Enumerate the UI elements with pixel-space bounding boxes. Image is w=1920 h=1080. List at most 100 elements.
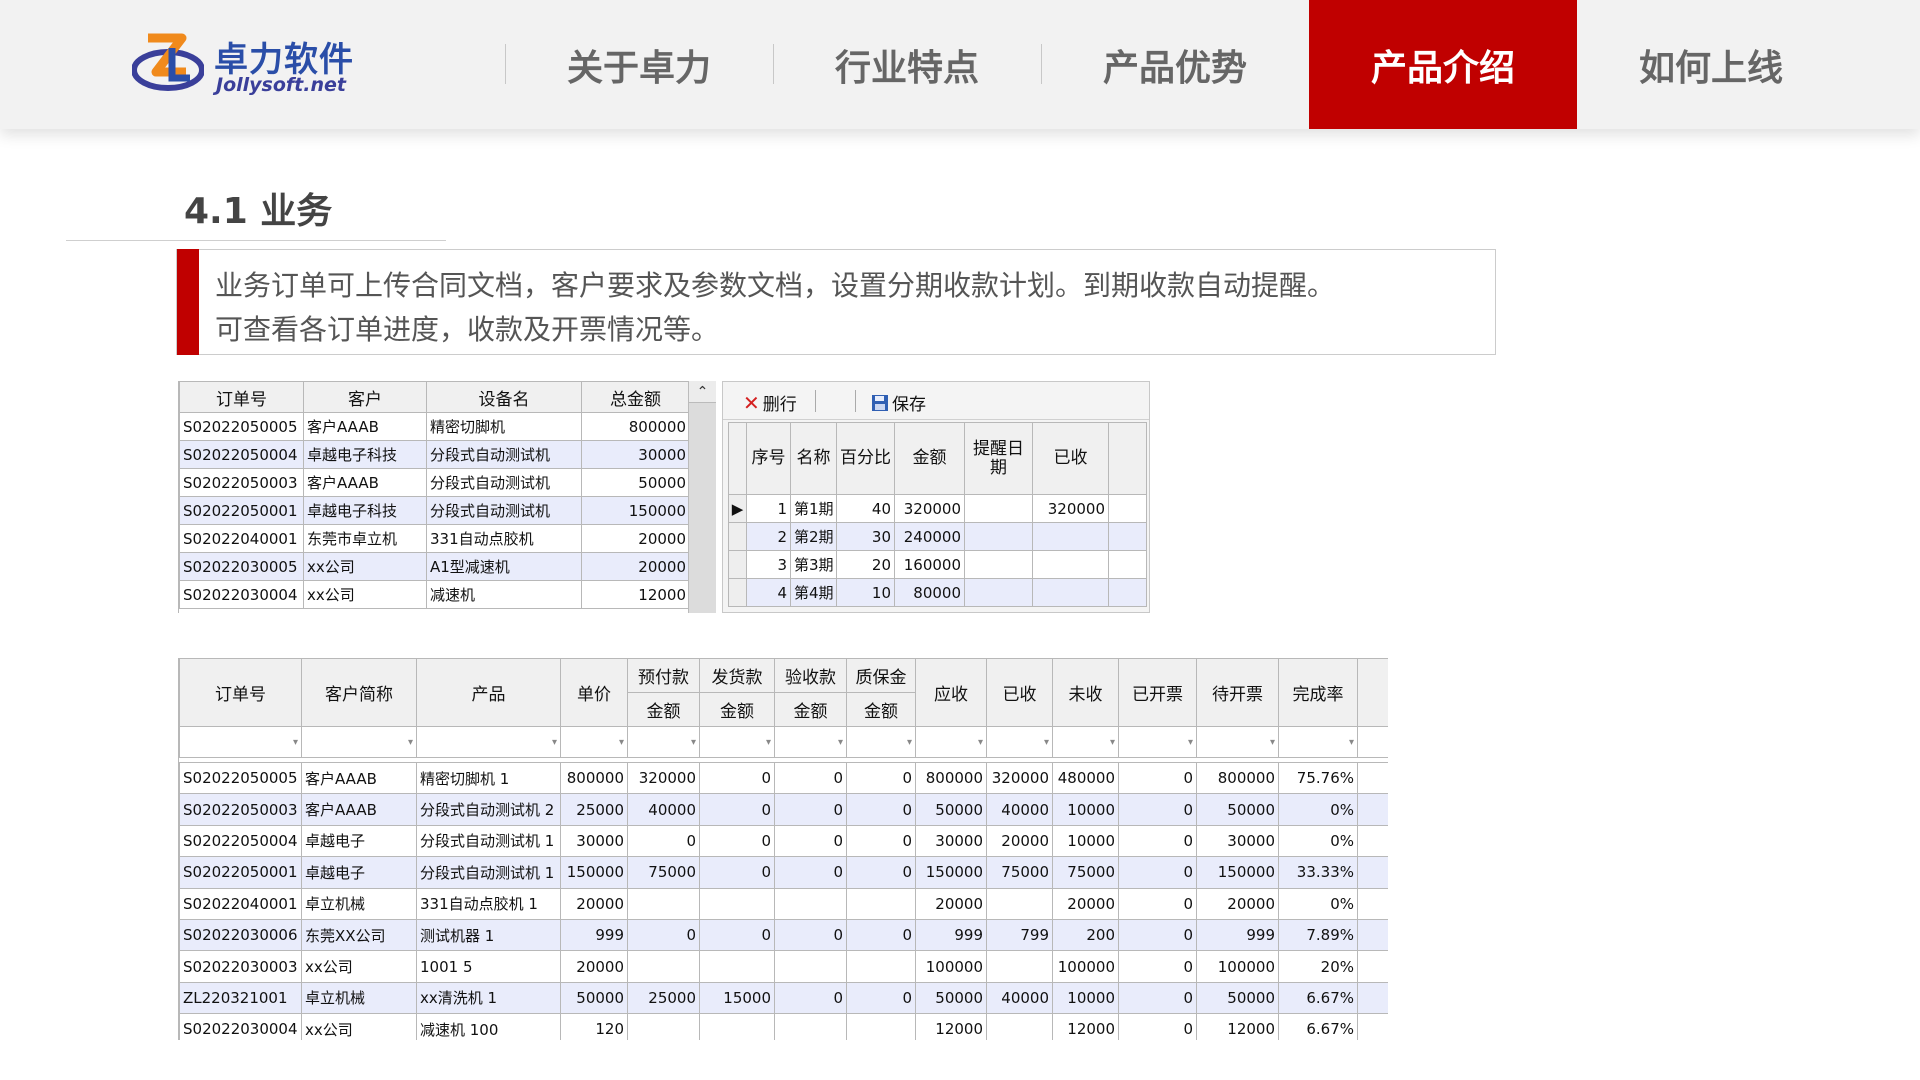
col-header-to-invoice[interactable]: 待开票: [1196, 658, 1279, 727]
filter-cell[interactable]: ▾: [1196, 726, 1279, 758]
cell-blank: [1357, 887, 1388, 920]
col-header-customer[interactable]: 客户简称: [301, 658, 417, 727]
col-header-acceptance[interactable]: 验收款: [774, 658, 847, 693]
col-header-percent[interactable]: 百分比: [836, 422, 895, 495]
col-header-received[interactable]: 已收: [1032, 422, 1109, 495]
col-header-customer[interactable]: 客户: [303, 381, 427, 413]
delete-row-button[interactable]: ✕ 删行: [743, 390, 797, 416]
table-row[interactable]: S02022030004 xx公司 减速机 100 120 12000 12000 0 120…: [179, 1013, 1388, 1040]
table-row[interactable]: S02022040001 卓立机械 331自动点胶机 1 20000 20000 2000…: [179, 887, 1388, 920]
scroll-up-arrow-icon[interactable]: ⌃: [689, 381, 716, 403]
col-header-order-no[interactable]: 订单号: [179, 381, 304, 413]
table-row[interactable]: S02022050003 客户AAAB 分段式自动测试机 50000: [179, 468, 690, 497]
col-subheader-amount[interactable]: 金额: [699, 692, 775, 727]
col-header-name[interactable]: 名称: [790, 422, 837, 495]
col-header-amount[interactable]: 金额: [894, 422, 965, 495]
table-row[interactable]: S02022030003 xx公司 1001 5 20000 100000 100000 0…: [179, 950, 1388, 983]
save-button[interactable]: 保存: [871, 390, 926, 415]
cell-blank: [1357, 950, 1388, 983]
filter-cell[interactable]: ▾: [699, 726, 775, 758]
table-row[interactable]: ▶ 1 第1期 40 320000 320000: [728, 494, 1147, 523]
cell-receivable: 100000: [915, 950, 987, 983]
col-header-product[interactable]: 产品: [416, 658, 561, 727]
col-header-receivable[interactable]: 应收: [915, 658, 987, 727]
cell-delivery: 0: [699, 793, 775, 826]
nav-item-products[interactable]: 产品介绍: [1309, 0, 1577, 129]
table-row[interactable]: S02022050004 卓越电子科技 分段式自动测试机 30000: [179, 440, 690, 469]
filter-cell[interactable]: ▾: [179, 726, 302, 758]
col-subheader-amount[interactable]: 金额: [846, 692, 916, 727]
nav-item-go-live[interactable]: 如何上线: [1577, 0, 1845, 129]
cell-blank: [1357, 981, 1388, 1015]
cell-warranty: 0: [846, 856, 916, 889]
cell-warranty: [846, 1013, 916, 1040]
filter-cell[interactable]: ▾: [627, 726, 700, 758]
jollysoft-logo-icon: [132, 33, 204, 91]
filter-cell[interactable]: ▾: [301, 726, 417, 758]
filter-cell[interactable]: ▾: [915, 726, 987, 758]
delete-x-icon: ✕: [743, 390, 760, 415]
table-row[interactable]: S02022050003 客户AAAB 分段式自动测试机 2 25000 40000 0 0…: [179, 793, 1388, 826]
nav-item-industry[interactable]: 行业特点: [773, 0, 1041, 129]
col-subheader-amount[interactable]: 金额: [774, 692, 847, 727]
col-header-total[interactable]: 总金额: [581, 381, 690, 413]
col-header-prepay[interactable]: 预付款: [627, 658, 700, 693]
cell-received: [986, 1013, 1053, 1040]
table-row[interactable]: S02022050001 卓越电子 分段式自动测试机 1 150000 75000 0 0 0…: [179, 856, 1388, 889]
col-header-remind-date[interactable]: 提醒日期: [964, 422, 1033, 495]
cell-customer: 卓立机械: [301, 887, 417, 920]
col-header-order-no[interactable]: 订单号: [179, 658, 302, 727]
col-header-delivery[interactable]: 发货款: [699, 658, 775, 693]
col-header-seq[interactable]: 序号: [746, 422, 791, 495]
table-row[interactable]: S02022050005 客户AAAB 精密切脚机 1 800000 320000 0 0 0…: [179, 761, 1388, 795]
col-header-warranty[interactable]: 质保金: [846, 658, 916, 693]
table-row[interactable]: S02022030004 xx公司 减速机 12000: [179, 580, 690, 609]
table-row[interactable]: S02022030006 东莞XX公司 测试机器 1 999 0 0 0 0 999 799 200…: [179, 918, 1388, 952]
table-row[interactable]: 3 第3期 20 160000: [728, 550, 1147, 579]
orders-scrollbar[interactable]: ⌃: [688, 381, 716, 613]
cell-remind-date[interactable]: [964, 522, 1033, 551]
table-row[interactable]: 2 第2期 30 240000: [728, 522, 1147, 551]
col-header-completion[interactable]: 完成率: [1278, 658, 1358, 727]
col-header-received[interactable]: 已收: [986, 658, 1053, 727]
section-divider: [66, 240, 446, 241]
col-header-device[interactable]: 设备名: [426, 381, 582, 413]
col-header-invoiced[interactable]: 已开票: [1118, 658, 1197, 727]
filter-cell[interactable]: ▾: [416, 726, 561, 758]
col-subheader-amount[interactable]: 金额: [627, 692, 700, 727]
col-header-unreceived[interactable]: 未收: [1052, 658, 1119, 727]
table-row[interactable]: S02022050004 卓越电子 分段式自动测试机 1 30000 0 0 0 0 30000…: [179, 824, 1388, 858]
table-row[interactable]: S02022040001 东莞市卓立机 331自动点胶机 20000: [179, 524, 690, 553]
nav-item-about[interactable]: 关于卓力: [505, 0, 773, 129]
cell-delivery: 0: [699, 761, 775, 795]
cell-remind-date[interactable]: [964, 494, 1033, 523]
cell-received: 320000: [986, 761, 1053, 795]
nav-item-advantages[interactable]: 产品优势: [1041, 0, 1309, 129]
table-row[interactable]: ZL220321001 卓立机械 xx清洗机 1 50000 25000 15000 0 0 5…: [179, 981, 1388, 1015]
cell-percent: 40: [836, 494, 895, 523]
cell-product: 减速机 100: [416, 1013, 561, 1040]
table-row[interactable]: S02022050001 卓越电子科技 分段式自动测试机 150000: [179, 496, 690, 525]
table-row[interactable]: S02022050005 客户AAAB 精密切脚机 800000: [179, 412, 690, 441]
table-row[interactable]: 4 第4期 10 80000: [728, 578, 1147, 607]
filter-cell[interactable]: ▾: [1118, 726, 1197, 758]
filter-cell[interactable]: ▾: [560, 726, 628, 758]
cell-invoiced: 0: [1118, 856, 1197, 889]
save-label: 保存: [892, 395, 926, 415]
filter-cell[interactable]: ▾: [846, 726, 916, 758]
filter-cell[interactable]: ▾: [1278, 726, 1358, 758]
filter-cell[interactable]: ▾: [1052, 726, 1119, 758]
cell-receivable: 150000: [915, 856, 987, 889]
cell-remind-date[interactable]: [964, 550, 1033, 579]
cell-customer: xx公司: [301, 950, 417, 983]
filter-cell[interactable]: ▾: [774, 726, 847, 758]
cell-invoiced: 0: [1118, 887, 1197, 920]
col-header-unit-price[interactable]: 单价: [560, 658, 628, 727]
cell-remind-date[interactable]: [964, 578, 1033, 607]
cell-completion: 0%: [1278, 793, 1358, 826]
cell-order-no: S02022030003: [179, 950, 302, 983]
table-row[interactable]: S02022030005 xx公司 A1型减速机 20000: [179, 552, 690, 581]
filter-cell[interactable]: ▾: [986, 726, 1053, 758]
brand-logo[interactable]: 卓力软件 Jollysoft.net: [132, 30, 362, 100]
cell-receivable: 50000: [915, 981, 987, 1015]
